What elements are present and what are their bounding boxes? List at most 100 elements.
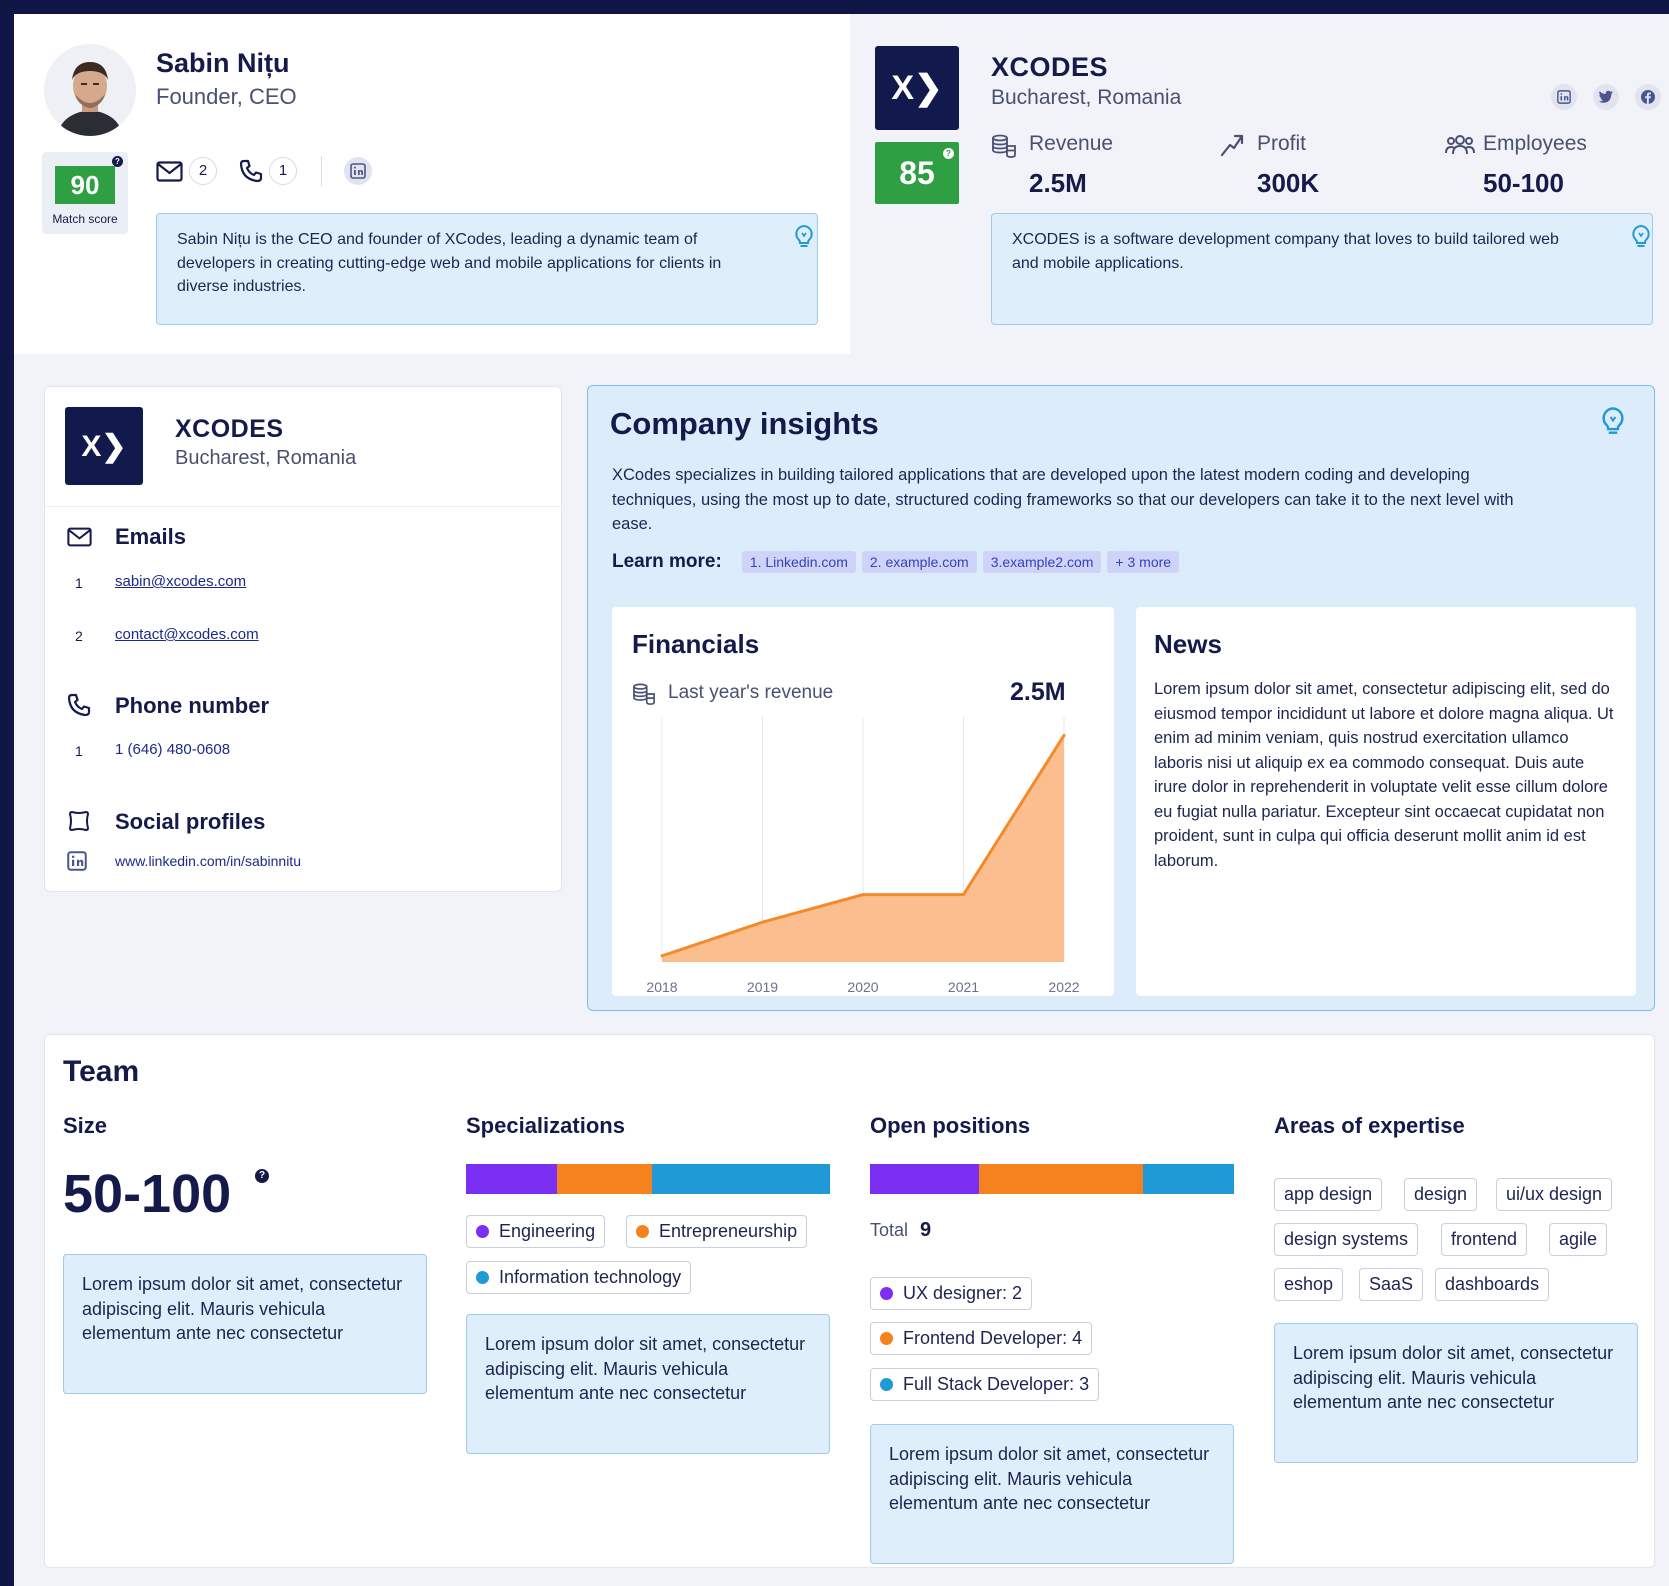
stat-label: Revenue — [1029, 132, 1114, 155]
size-description: Lorem ipsum dolor sit amet, consectetur … — [63, 1254, 427, 1394]
insights-title: Company insights — [610, 406, 879, 441]
size-value: 50-100 — [63, 1164, 232, 1224]
area-tag[interactable]: SaaS — [1359, 1268, 1424, 1301]
revenue-value: 2.5M — [1010, 678, 1066, 706]
financials-card: Financials Last year's revenue 2.5M 2018… — [612, 607, 1114, 996]
social-title: Social profiles — [115, 809, 266, 834]
phone-icon[interactable] — [239, 159, 263, 183]
specialization-label: Engineering — [499, 1221, 596, 1241]
phone-icon — [67, 693, 91, 722]
position-label: Frontend Developer: 4 — [903, 1328, 1083, 1348]
coins-icon — [632, 683, 656, 710]
company-logo[interactable]: X❯ — [875, 46, 959, 130]
position-label: Full Stack Developer: 3 — [903, 1374, 1090, 1394]
social-link[interactable]: www.linkedin.com/in/sabinnitu — [115, 853, 301, 869]
revenue-chart: 2018 2019 2020 2021 2022 — [646, 717, 1080, 995]
twitter-icon[interactable] — [1593, 84, 1619, 110]
people-icon — [1445, 132, 1475, 163]
financials-title: Financials — [632, 629, 760, 659]
help-icon[interactable]: ? — [255, 1169, 269, 1183]
facebook-icon[interactable] — [1635, 84, 1661, 110]
learn-more-label: Learn more: — [612, 551, 722, 572]
phone-link[interactable]: 1 (646) 480-0608 — [115, 741, 230, 758]
position-tag[interactable]: Full Stack Developer: 3 — [870, 1368, 1100, 1401]
data-point — [962, 893, 965, 897]
lightbulb-icon[interactable] — [1631, 224, 1651, 257]
specialization-label: Information technology — [499, 1267, 682, 1287]
specialization-tag[interactable]: Information technology — [466, 1261, 692, 1294]
email-link[interactable]: sabin@xcodes.com — [115, 573, 246, 590]
revenue-label: Last year's revenue — [668, 682, 834, 703]
blue-dot — [476, 1271, 489, 1284]
data-point — [861, 893, 865, 897]
stat-value: 300K — [1257, 168, 1320, 198]
area-tag[interactable]: ui/ux design — [1496, 1178, 1613, 1211]
data-point — [660, 954, 664, 958]
lightbulb-icon[interactable] — [1600, 406, 1626, 445]
linkedin-icon — [67, 851, 87, 876]
mail-icon — [67, 527, 92, 552]
open-positions-total: Total 9 — [870, 1219, 931, 1242]
area-tag[interactable]: design — [1404, 1178, 1478, 1211]
avatar[interactable] — [44, 44, 136, 136]
position-label: UX designer: 2 — [903, 1283, 1023, 1303]
position-tag[interactable]: UX designer: 2 — [870, 1277, 1033, 1310]
open-positions-description: Lorem ipsum dolor sit amet, consectetur … — [870, 1424, 1234, 1564]
person-name: Sabin Nițu — [156, 48, 290, 78]
areas-description: Lorem ipsum dolor sit amet, consectetur … — [1274, 1323, 1638, 1463]
stat-value: 2.5M — [1029, 168, 1087, 198]
total-label: Total — [870, 1220, 909, 1240]
person-panel: Sabin Nițu Founder, CEO ? 90 Match score… — [14, 14, 850, 354]
divider — [321, 156, 322, 186]
person-bio-text: Sabin Nițu is the CEO and founder of XCo… — [177, 231, 722, 295]
area-tag[interactable]: design systems — [1274, 1223, 1419, 1256]
purple-dot — [476, 1225, 489, 1238]
news-card: News Lorem ipsum dolor sit amet, consect… — [1136, 607, 1636, 996]
specializations-bar — [466, 1164, 830, 1194]
x-tick-label: 2019 — [747, 979, 778, 995]
company-logo[interactable]: X❯ — [65, 407, 143, 485]
email-index: 1 — [75, 575, 83, 591]
more-links-chip[interactable]: + 3 more — [1107, 551, 1180, 573]
bar-segment — [651, 1164, 830, 1194]
specialization-tag[interactable]: Entrepreneurship — [626, 1215, 808, 1248]
areas-title: Areas of expertise — [1274, 1113, 1465, 1138]
phone-title: Phone number — [115, 693, 270, 718]
specializations-description: Lorem ipsum dolor sit amet, consectetur … — [466, 1314, 830, 1454]
open-positions-bar — [870, 1164, 1234, 1194]
bar-segment — [466, 1164, 557, 1194]
specialization-tag[interactable]: Engineering — [466, 1215, 606, 1248]
position-tag[interactable]: Frontend Developer: 4 — [870, 1322, 1093, 1355]
specialization-label: Entrepreneurship — [659, 1221, 798, 1241]
area-tag[interactable]: frontend — [1441, 1223, 1528, 1256]
area-tag[interactable]: eshop — [1274, 1268, 1344, 1301]
lightbulb-icon[interactable] — [794, 224, 814, 257]
trend-up-icon — [1219, 132, 1245, 163]
bar-segment — [1142, 1164, 1234, 1194]
area-tag[interactable]: agile — [1549, 1223, 1608, 1256]
company-name: XCODES — [991, 52, 1109, 82]
person-bio: Sabin Nițu is the CEO and founder of XCo… — [156, 213, 818, 325]
area-tag[interactable]: dashboards — [1435, 1268, 1550, 1301]
emails-title: Emails — [115, 524, 186, 549]
company-name: XCODES — [175, 415, 284, 443]
mail-icon[interactable] — [156, 160, 183, 182]
person-role: Founder, CEO — [156, 84, 297, 109]
bar-segment — [979, 1164, 1143, 1194]
total-value: 9 — [920, 1219, 932, 1241]
company-panel: X❯ 85 ? XCODES Bucharest, Romania Revenu… — [851, 30, 1669, 355]
learn-more-link[interactable]: 1. Linkedin.com — [741, 551, 856, 573]
social-profiles-icon — [67, 809, 91, 838]
match-score-box: ? 90 Match score — [42, 152, 128, 234]
blue-dot — [880, 1378, 893, 1391]
company-description-text: XCODES is a software development company… — [1012, 231, 1559, 272]
email-link[interactable]: contact@xcodes.com — [115, 626, 259, 643]
email-index: 2 — [75, 628, 83, 644]
linkedin-icon[interactable] — [1551, 84, 1577, 110]
learn-more-link[interactable]: 3.example2.com — [982, 551, 1102, 573]
linkedin-icon[interactable] — [344, 157, 372, 185]
learn-more-link[interactable]: 2. example.com — [861, 551, 977, 573]
phone-count: 1 — [269, 157, 297, 185]
help-icon[interactable]: ? — [943, 148, 954, 159]
area-tag[interactable]: app design — [1274, 1178, 1383, 1211]
